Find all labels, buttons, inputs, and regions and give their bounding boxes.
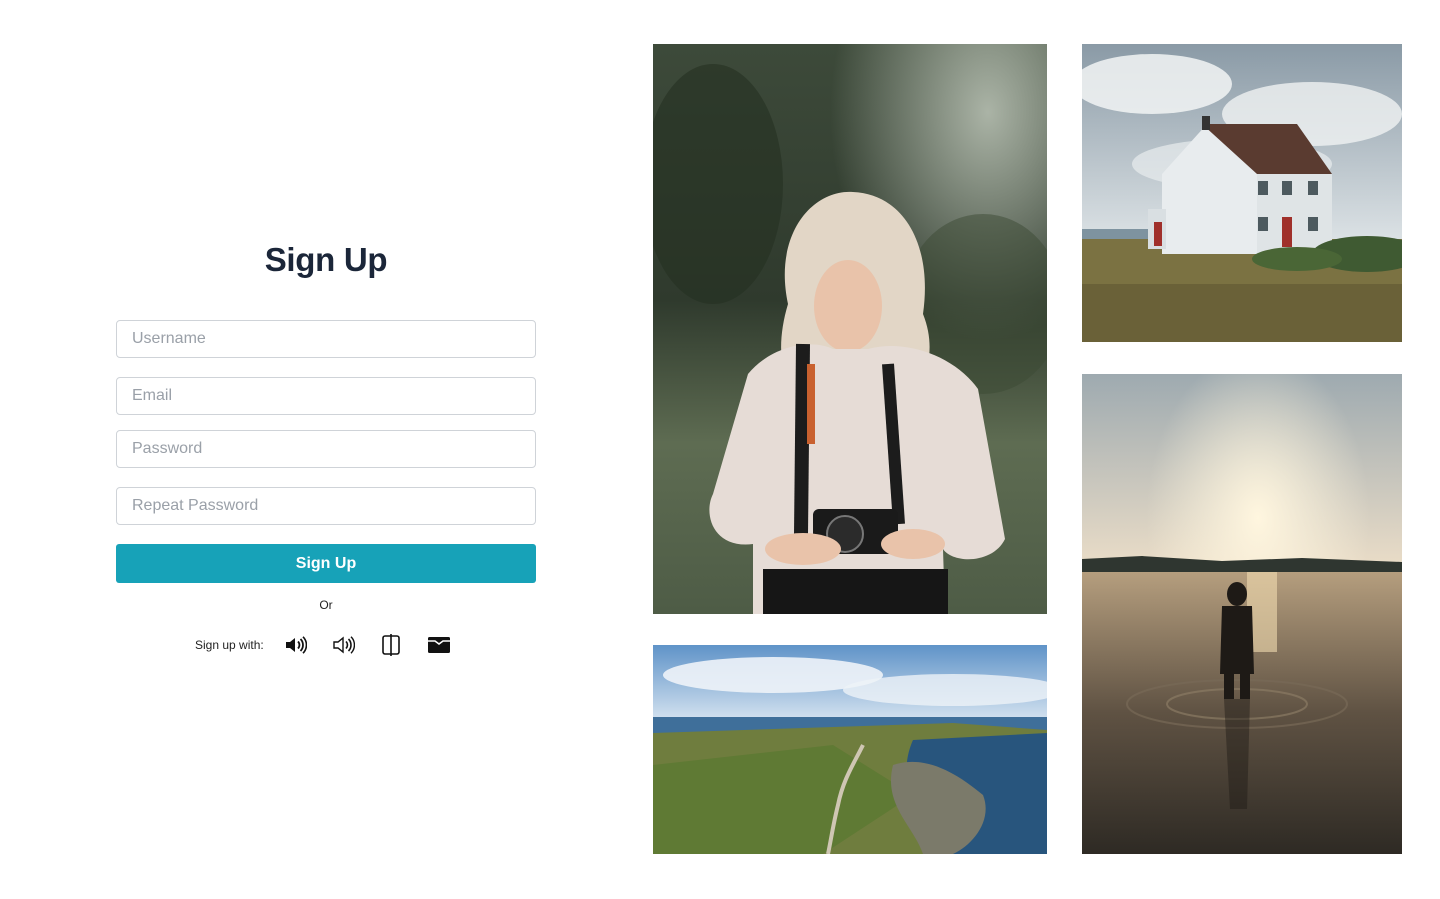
- social-signup-row: Sign up with:: [195, 632, 474, 658]
- repeat-password-input[interactable]: [116, 487, 536, 525]
- username-input[interactable]: [116, 320, 536, 358]
- password-input[interactable]: [116, 430, 536, 468]
- or-divider: Or: [319, 598, 333, 612]
- white-house-photo: [1082, 44, 1402, 342]
- signup-page: Sign Up Sign Up Or Sign up with:: [0, 0, 1440, 899]
- volume-loud-icon[interactable]: [282, 632, 308, 658]
- page-title: Sign Up: [264, 241, 388, 278]
- volume-icon[interactable]: [330, 632, 356, 658]
- signup-button[interactable]: Sign Up: [116, 544, 536, 583]
- sunset-lake-photo: [1082, 374, 1402, 854]
- woman-with-camera-photo: [653, 44, 1047, 614]
- columns-icon[interactable]: [378, 632, 404, 658]
- wallet-icon[interactable]: [426, 632, 452, 658]
- email-input[interactable]: [116, 377, 536, 415]
- social-label: Sign up with:: [195, 638, 264, 652]
- coastline-aerial-photo: [653, 645, 1047, 854]
